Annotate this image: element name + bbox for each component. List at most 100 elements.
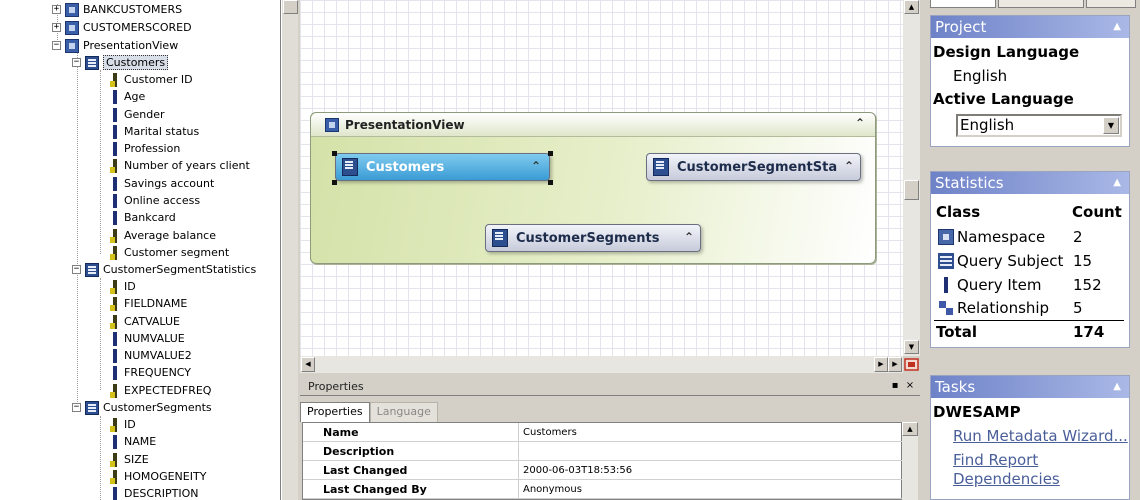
tree-item-query-item[interactable]: Age: [110, 88, 145, 105]
resize-handle[interactable]: [332, 180, 337, 185]
collapse-icon[interactable]: ⌃: [844, 159, 854, 173]
query-item-icon: [110, 417, 120, 432]
tree-item-query-item[interactable]: NUMVALUE: [110, 330, 185, 347]
close-icon[interactable]: ×: [904, 380, 916, 392]
node-customersegments[interactable]: CustomerSegments ⌃: [485, 224, 701, 252]
property-value[interactable]: 2000-06-03T18:53:56: [519, 461, 632, 479]
collapse-icon[interactable]: ⌃: [531, 159, 541, 173]
tree-item-query-item[interactable]: DESCRIPTION: [110, 485, 198, 500]
tree-item-query-item[interactable]: FREQUENCY: [110, 364, 191, 381]
tree-item-query-item[interactable]: Number of years client: [110, 157, 250, 174]
scroll-right-icon[interactable]: ▶: [874, 357, 888, 372]
query-item-icon: [110, 383, 120, 398]
query-item-icon: [110, 193, 120, 208]
tree-item-query-item[interactable]: Profession: [110, 140, 180, 157]
scroll-thumb[interactable]: [904, 180, 919, 200]
tree-item-query-item[interactable]: Online access: [110, 192, 200, 209]
property-row[interactable]: Description: [303, 442, 903, 461]
tree-item-query-item[interactable]: Gender: [110, 106, 165, 123]
property-value[interactable]: Customers: [519, 423, 577, 441]
tree-item-customersegments[interactable]: − CustomerSegments: [72, 399, 212, 416]
tree-item-query-item[interactable]: NAME: [110, 433, 156, 450]
scroll-end-icon[interactable]: ▶: [888, 357, 902, 372]
stat-class: Relationship: [957, 299, 1050, 317]
property-value[interactable]: [519, 442, 523, 460]
scroll-up-icon[interactable]: ▲: [902, 422, 918, 436]
tree-item-query-item[interactable]: Savings account: [110, 175, 214, 192]
scroll-up-icon[interactable]: ▲: [904, 0, 919, 14]
property-row[interactable]: Last Changed 2000-06-03T18:53:56: [303, 461, 903, 480]
tree-item-query-item[interactable]: Average balance: [110, 227, 216, 244]
resize-handle[interactable]: [548, 151, 553, 156]
resize-handle[interactable]: [332, 151, 337, 156]
tab-language[interactable]: Language: [369, 402, 438, 422]
collapse-icon[interactable]: −: [52, 41, 61, 50]
scroll-left-icon[interactable]: ◀: [301, 357, 315, 372]
query-item-icon: [110, 348, 120, 363]
node-customers[interactable]: Customers ⌃: [335, 153, 550, 181]
property-row[interactable]: Last Changed By Anonymous: [303, 480, 903, 499]
tree-scrollbar[interactable]: [281, 0, 298, 500]
tab-search[interactable]: [998, 0, 1084, 8]
tree-item-customerscored[interactable]: + CUSTOMERSCORED: [52, 19, 192, 36]
project-header[interactable]: Project ▲: [931, 16, 1129, 38]
properties-scrollbar[interactable]: ▲: [902, 422, 918, 500]
tree-item-customersegmentstatistics[interactable]: − CustomerSegmentStatistics: [72, 261, 256, 278]
tab-summary[interactable]: [930, 0, 996, 8]
collapse-icon[interactable]: ▲: [1113, 172, 1121, 194]
design-language-value: English: [953, 67, 1008, 85]
tree-item-query-item[interactable]: HOMOGENEITY: [110, 468, 206, 485]
node-customersegmentstatistics[interactable]: CustomerSegmentSta ⌃: [646, 153, 861, 181]
tree-item-bankcustomers[interactable]: + BANKCUSTOMERS: [52, 1, 182, 18]
expand-icon[interactable]: +: [52, 5, 61, 14]
collapse-icon[interactable]: −: [72, 265, 81, 274]
pin-icon[interactable]: ▪: [889, 380, 901, 392]
tree-line: [100, 70, 101, 254]
tree-item-query-item[interactable]: Bankcard: [110, 209, 176, 226]
tree-item-query-item[interactable]: ID: [110, 416, 136, 433]
collapse-icon[interactable]: −: [72, 58, 81, 67]
run-metadata-wizard-link[interactable]: Run Metadata Wizard...: [953, 427, 1128, 445]
resize-handle[interactable]: [548, 180, 553, 185]
tree-item-query-item[interactable]: SIZE: [110, 451, 149, 468]
collapse-icon[interactable]: ⌃: [684, 230, 694, 244]
dependencies-link[interactable]: Dependencies: [953, 470, 1060, 488]
column-class: Class: [936, 203, 981, 221]
expand-icon[interactable]: +: [52, 23, 61, 32]
property-value[interactable]: Anonymous: [519, 480, 582, 498]
active-language-select[interactable]: English ▼: [956, 114, 1122, 137]
collapse-icon[interactable]: ▲: [1113, 16, 1121, 38]
find-report-link[interactable]: Find Report: [953, 451, 1038, 469]
diagram-horizontal-scrollbar[interactable]: ◀ ▶ ▶: [300, 356, 920, 373]
tree-item-query-item[interactable]: EXPECTEDFREQ: [110, 382, 211, 399]
collapse-icon[interactable]: ⌃: [855, 116, 865, 130]
scroll-thumb[interactable]: [283, 0, 298, 14]
node-label: Customers: [366, 159, 445, 175]
tasks-header[interactable]: Tasks ▲: [931, 376, 1129, 398]
tree-item-query-item[interactable]: CATVALUE: [110, 313, 180, 330]
chevron-down-icon[interactable]: ▼: [1103, 117, 1119, 134]
property-row[interactable]: Name Customers: [303, 423, 903, 442]
diagram-canvas[interactable]: PresentationView ⌃ Customers ⌃ CustomerS…: [300, 0, 903, 356]
tree-item-query-item[interactable]: Marital status: [110, 123, 199, 140]
tree-item-query-item[interactable]: ID: [110, 278, 136, 295]
tree-item-label: ID: [124, 280, 136, 293]
tab-properties[interactable]: Properties: [300, 402, 370, 422]
collapse-icon[interactable]: −: [72, 403, 81, 412]
tree-item-presentationview[interactable]: − PresentationView: [52, 37, 178, 54]
frame-header[interactable]: PresentationView ⌃: [311, 113, 875, 137]
tree-item-label: ID: [124, 418, 136, 431]
scroll-down-icon[interactable]: ▼: [904, 340, 919, 354]
project-tree[interactable]: + BANKCUSTOMERS + CUSTOMERSCORED − Prese…: [0, 0, 281, 500]
overview-icon[interactable]: [903, 356, 920, 373]
tree-item-query-item[interactable]: NUMVALUE2: [110, 347, 192, 364]
tree-item-query-item[interactable]: FIELDNAME: [110, 295, 187, 312]
tree-item-customers[interactable]: − Customers: [72, 54, 169, 71]
tab-other[interactable]: [1086, 0, 1136, 8]
diagram-vertical-scrollbar[interactable]: ▲ ▼: [903, 0, 920, 356]
collapse-icon[interactable]: ▲: [1113, 376, 1121, 398]
tree-item-query-item[interactable]: Customer segment: [110, 244, 229, 261]
tree-item-query-item[interactable]: Customer ID: [110, 71, 193, 88]
statistics-header[interactable]: Statistics ▲: [931, 172, 1129, 194]
design-language-label: Design Language: [933, 43, 1080, 61]
